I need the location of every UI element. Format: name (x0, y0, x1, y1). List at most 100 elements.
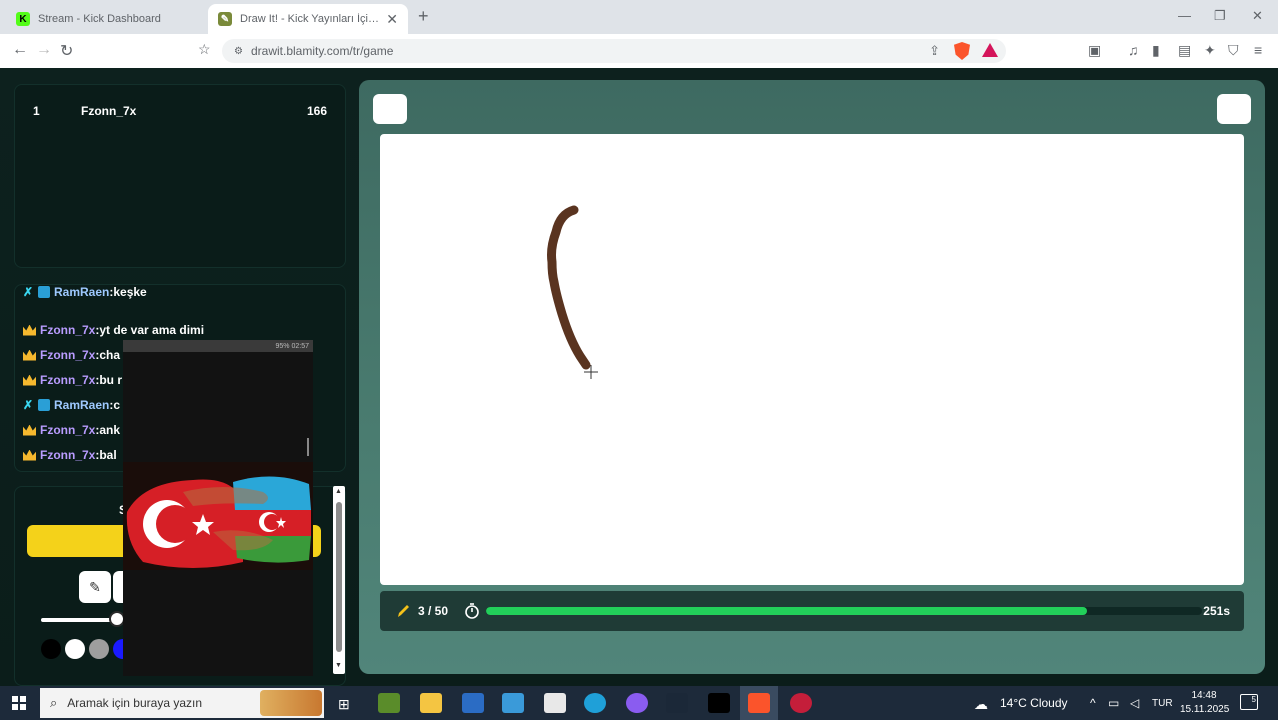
round-counter: 3 / 50 (418, 604, 449, 618)
pencil-tool-button[interactable]: ✎ (79, 571, 111, 603)
subscriber-badge-icon (38, 399, 50, 411)
sword-badge-icon: ✗ (23, 398, 34, 412)
windows-start-icon[interactable] (12, 696, 26, 710)
back-icon[interactable]: ← (12, 41, 28, 59)
extensions-icon[interactable]: ▣ (1088, 42, 1101, 59)
search-placeholder: Aramak için buraya yazın (67, 696, 203, 710)
brave-browser-icon[interactable] (748, 693, 770, 713)
restore-icon[interactable]: ❐ (1214, 8, 1226, 24)
chat-message: Fzonn_7x: bal (23, 446, 117, 464)
address-bar-row: ← → ↻ ☆ ⚙ drawit.blamity.com/tr/game ⇪ ▣… (0, 34, 1278, 68)
taskbar-search-input[interactable]: ⌕ Aramak için buraya yazın (40, 688, 324, 718)
phone-status-text: 95% 02:57 (275, 342, 309, 350)
clock-time: 14:48 (1191, 690, 1217, 701)
photos-app-icon[interactable] (544, 693, 566, 713)
chat-message: Fzonn_7x: ank (23, 421, 120, 439)
scroll-down-icon[interactable]: ▼ (335, 662, 342, 669)
search-icon: ⌕ (50, 695, 58, 710)
minimize-icon[interactable]: — (1178, 8, 1191, 23)
notification-icon[interactable]: 5 (1240, 694, 1258, 710)
chat-username: Fzonn_7x (40, 373, 96, 387)
steam-app-icon[interactable] (666, 693, 688, 713)
game-area: 3 / 50 251s (359, 80, 1265, 674)
panel-scrollbar[interactable]: ▲ ▼ (333, 486, 345, 674)
color-swatch-black[interactable] (41, 639, 61, 659)
chat-text: bu r (99, 373, 123, 387)
brave-shield-icon[interactable] (954, 42, 970, 60)
time-progress-fill (486, 607, 1088, 615)
color-swatch-gray[interactable] (89, 639, 109, 659)
tab-title: Stream - Kick Dashboard (38, 13, 161, 25)
tray-expand-icon[interactable]: ^ (1090, 696, 1096, 710)
weather-text[interactable]: 14°C Cloudy (1000, 696, 1068, 710)
new-tab-button[interactable]: + (418, 6, 429, 27)
sidebar-icon[interactable]: ▮ (1152, 42, 1160, 59)
pencil-icon (398, 605, 409, 617)
chat-text: yt de var ama dimi (99, 323, 205, 337)
network-icon[interactable]: ▭ (1108, 696, 1119, 710)
scroll-up-icon[interactable]: ▲ (335, 488, 342, 495)
chat-message: Fzonn_7x: cha (23, 346, 120, 364)
crown-badge-icon (23, 449, 36, 461)
store-app-icon[interactable] (502, 693, 524, 713)
chat-text: keşke (113, 285, 147, 299)
tiktok-app-icon[interactable] (708, 693, 730, 713)
mail-app-icon[interactable] (462, 693, 484, 713)
sword-badge-icon: ✗ (23, 285, 34, 299)
chat-text: ank (99, 423, 121, 437)
chat-text: bal (99, 448, 117, 462)
copilot-icon[interactable] (626, 693, 648, 713)
volume-icon[interactable]: ◁ (1130, 696, 1139, 710)
media-icon[interactable]: ♫ (1128, 42, 1139, 58)
timer-icon (465, 603, 479, 619)
drawit-icon: ✎ (218, 12, 232, 26)
chat-message: Fzonn_7x: bu r (23, 371, 122, 389)
chat-username: Fzonn_7x (40, 448, 96, 462)
leo-icon[interactable]: ✦ (1204, 42, 1216, 59)
right-corner-button[interactable] (1217, 94, 1251, 124)
url-field[interactable]: ⚙ drawit.blamity.com/tr/game ⇪ (222, 39, 1006, 63)
crown-badge-icon (23, 424, 36, 436)
vpn-icon[interactable]: ⛉ (1228, 42, 1239, 59)
time-remaining: 251s (1203, 604, 1230, 618)
crown-badge-icon (23, 374, 36, 386)
chat-message: ✗ RamRaen: keşke (23, 285, 147, 299)
kick-icon: K (16, 12, 30, 26)
chat-username: RamRaen (54, 285, 110, 299)
phone-status-bar: 95% 02:57 (123, 340, 313, 352)
clock-date: 15.11.2025 (1180, 704, 1230, 715)
reload-icon[interactable]: ↻ (60, 41, 73, 61)
bookmark-icon[interactable]: ☆ (198, 41, 211, 58)
language-indicator[interactable]: TUR (1152, 698, 1173, 709)
task-view-icon[interactable]: ⊞ (338, 696, 350, 713)
left-corner-button[interactable] (373, 94, 407, 124)
color-swatch-white[interactable] (65, 639, 85, 659)
wallet-icon[interactable]: ▤ (1178, 42, 1191, 59)
leaderboard-row: 1 Fzonn_7x 166 (15, 101, 345, 121)
player-name: Fzonn_7x (81, 104, 137, 118)
menu-icon[interactable]: ≡ (1254, 42, 1262, 58)
chat-message: ✗ RamRaen: c (23, 398, 121, 412)
obs-app-icon[interactable] (790, 693, 812, 713)
site-info-icon[interactable]: ⚙ (234, 46, 243, 57)
tab-kick-dashboard[interactable]: K Stream - Kick Dashboard (6, 4, 202, 34)
crown-badge-icon (23, 349, 36, 361)
phone-scroll-indicator (307, 438, 309, 456)
brush-size-slider[interactable] (41, 618, 119, 622)
scrollbar-thumb[interactable] (336, 502, 342, 652)
edge-browser-icon[interactable] (584, 693, 606, 713)
minecraft-app-icon[interactable] (378, 693, 400, 713)
browser-tab-strip: K Stream - Kick Dashboard ✎ Draw It! - K… (0, 0, 1278, 34)
flags-image (123, 462, 313, 570)
taskbar-clock[interactable]: 14:48 15.11.2025 (1180, 689, 1230, 717)
brave-rewards-icon[interactable] (982, 43, 998, 57)
windows-taskbar: ⌕ Aramak için buraya yazın ⊞ ☁ 14°C Clou… (0, 686, 1278, 720)
close-tab-icon[interactable]: ✕ (386, 11, 398, 28)
forward-icon[interactable]: → (36, 41, 52, 59)
close-window-icon[interactable]: ✕ (1252, 8, 1263, 24)
drawing-canvas[interactable] (380, 134, 1244, 585)
file-explorer-icon[interactable] (420, 693, 442, 713)
share-icon[interactable]: ⇪ (929, 43, 940, 59)
drawn-stroke (547, 205, 591, 370)
tab-drawit[interactable]: ✎ Draw It! - Kick Yayınları İçin Ç ✕ (208, 4, 408, 34)
